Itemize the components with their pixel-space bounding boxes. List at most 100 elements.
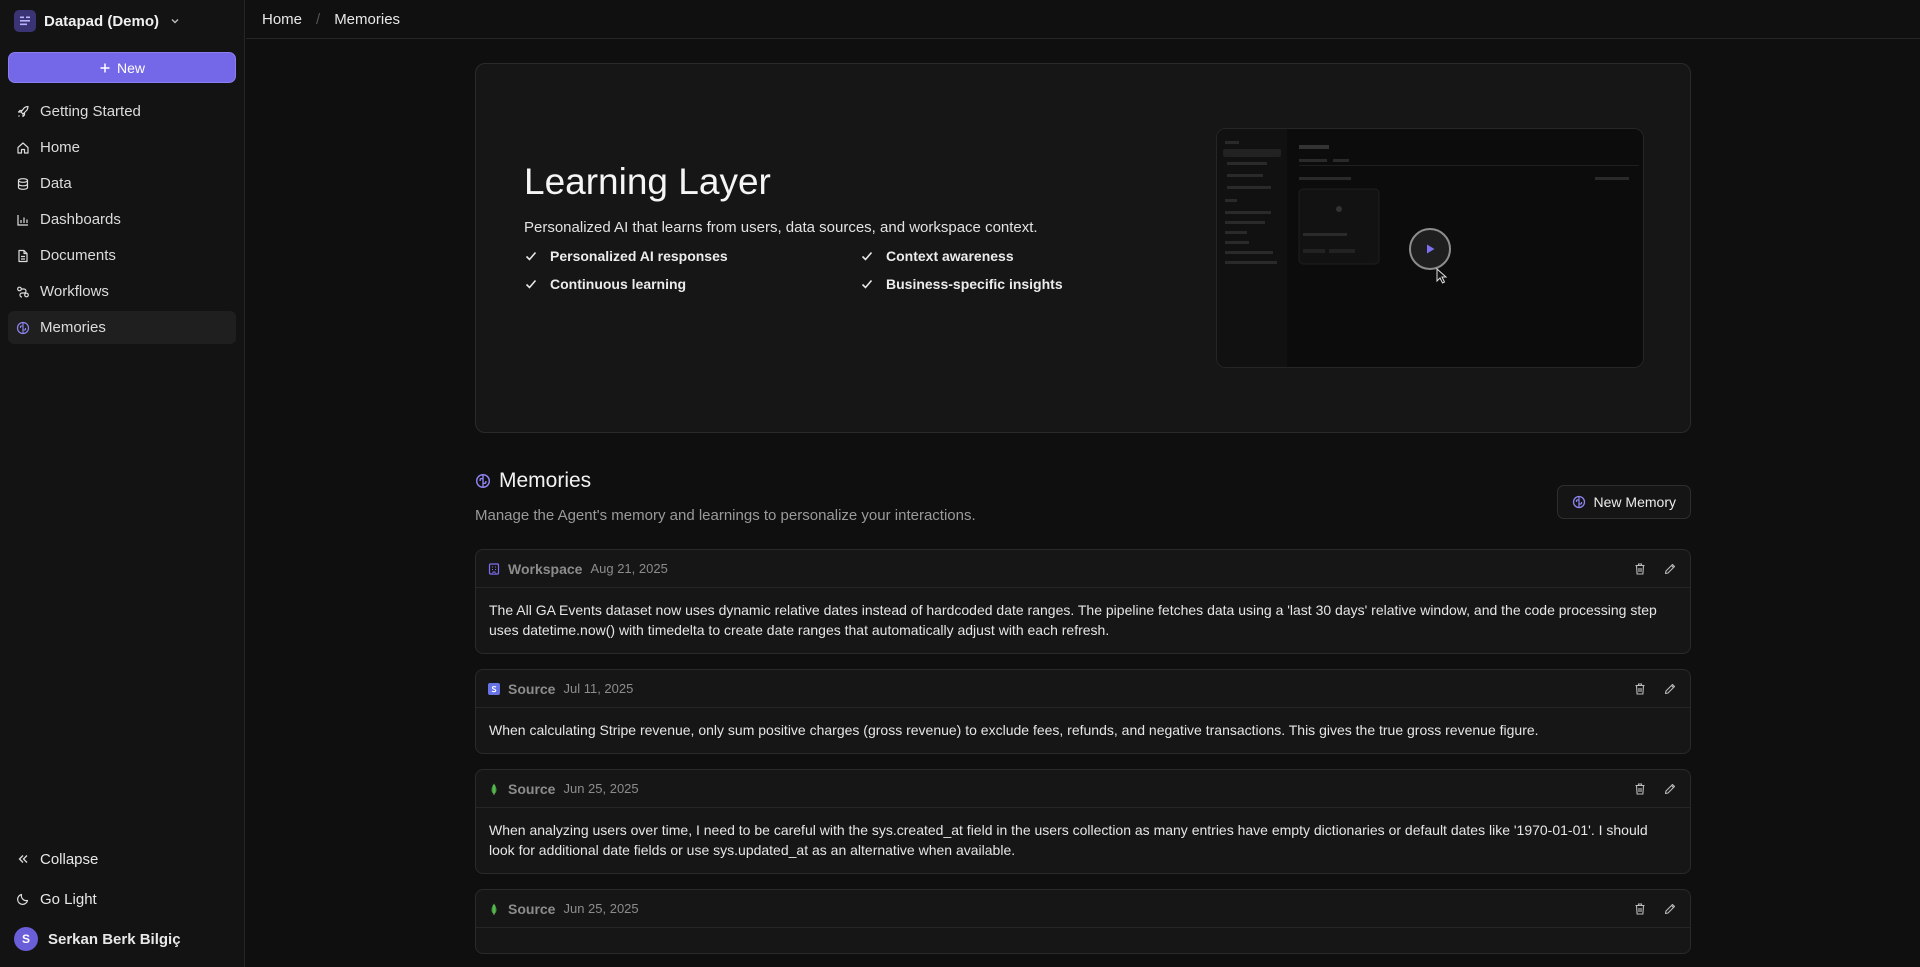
trash-icon[interactable] — [1632, 781, 1648, 797]
play-icon — [1427, 244, 1435, 254]
hero-subtitle: Personalized AI that learns from users, … — [524, 219, 1038, 236]
feature-label: Continuous learning — [550, 276, 687, 292]
workspace-switcher[interactable]: Datapad (Demo) — [0, 0, 244, 42]
feature-label: Context awareness — [886, 248, 1014, 264]
feature-label: Business-specific insights — [886, 276, 1063, 292]
memory-date: Jun 25, 2025 — [563, 901, 639, 916]
cursor-icon — [1436, 268, 1448, 284]
memories-title: Memories — [475, 469, 591, 493]
sidebar-item-label: Memories — [40, 319, 106, 336]
memories-title-text: Memories — [499, 469, 592, 492]
learning-layer-hero: Learning Layer Personalized AI that lear… — [475, 63, 1691, 433]
trash-icon[interactable] — [1632, 561, 1648, 577]
brain-icon — [1572, 495, 1585, 509]
sidebar-item-label: Getting Started — [40, 103, 141, 120]
mongodb-icon — [488, 903, 500, 915]
stripe-icon — [488, 682, 500, 695]
feature-label: Personalized AI responses — [550, 248, 728, 264]
feature-item: Continuous learning — [524, 276, 860, 292]
new-memory-label: New Memory — [1593, 494, 1676, 510]
memory-text: When analyzing users over time, I need t… — [489, 822, 1648, 858]
sidebar-item-label: Home — [40, 139, 81, 156]
workspace-name: Datapad (Demo) — [44, 12, 160, 30]
sidebar-item-memories[interactable]: Memories — [8, 311, 236, 344]
collapse-label: Collapse — [40, 850, 99, 868]
user-menu[interactable]: S Serkan Berk Bilgiç — [8, 921, 236, 957]
memory-card: Workspace Aug 21, 2025 The All GA Events… — [475, 549, 1691, 654]
new-button[interactable]: New — [8, 52, 236, 83]
new-memory-button[interactable]: New Memory — [1556, 485, 1691, 519]
new-button-label: New — [116, 59, 145, 76]
breadcrumb-home[interactable]: Home — [262, 11, 302, 28]
memory-type: Workspace — [508, 560, 583, 577]
check-icon — [525, 279, 537, 289]
sidebar-item-label: Data — [40, 175, 72, 192]
home-icon — [17, 141, 29, 154]
memory-type: Source — [508, 780, 556, 797]
chevron-down-icon — [171, 19, 179, 24]
main-content: Learning Layer Personalized AI that lear… — [246, 40, 1920, 967]
plus-icon — [100, 63, 110, 72]
pencil-icon[interactable] — [1662, 681, 1678, 697]
trash-icon[interactable] — [1632, 901, 1648, 917]
play-button[interactable] — [1409, 228, 1451, 270]
sidebar-item-workflows[interactable]: Workflows — [8, 275, 236, 308]
memory-date: Jun 25, 2025 — [563, 781, 639, 796]
moon-icon — [17, 893, 29, 905]
theme-toggle-button[interactable]: Go Light — [8, 881, 236, 917]
check-icon — [861, 251, 873, 261]
memory-card: Source Jul 11, 2025 When calculating Str… — [475, 669, 1691, 754]
memory-type: Source — [508, 680, 556, 697]
feature-item: Context awareness — [860, 248, 1080, 264]
check-icon — [525, 251, 537, 261]
pencil-icon[interactable] — [1662, 901, 1678, 917]
feature-item: Business-specific insights — [860, 276, 1080, 292]
check-icon — [861, 279, 873, 289]
memory-card: Source Jun 25, 2025 — [475, 889, 1691, 954]
breadcrumb-separator: / — [316, 10, 321, 28]
sidebar-item-data[interactable]: Data — [8, 167, 236, 200]
mongodb-icon — [488, 783, 500, 795]
pencil-icon[interactable] — [1662, 781, 1678, 797]
sidebar: Datapad (Demo) New Getting Started Home … — [0, 0, 245, 967]
memory-date: Aug 21, 2025 — [590, 561, 668, 576]
rocket-icon — [17, 105, 29, 117]
memory-card: Source Jun 25, 2025 When analyzing users… — [475, 769, 1691, 874]
chevrons-left-icon — [18, 855, 28, 863]
memory-text — [476, 928, 1690, 953]
sidebar-item-label: Workflows — [40, 283, 109, 300]
feature-list: Personalized AI responses Context awaren… — [524, 248, 1064, 292]
memory-type: Source — [508, 900, 556, 917]
sidebar-item-label: Documents — [40, 247, 116, 264]
bar-chart-icon — [17, 214, 28, 226]
theme-toggle-label: Go Light — [40, 890, 97, 908]
collapse-button[interactable]: Collapse — [8, 841, 236, 877]
document-icon — [18, 249, 28, 262]
breadcrumb-current: Memories — [334, 10, 401, 28]
sidebar-item-documents[interactable]: Documents — [8, 239, 236, 272]
sidebar-footer: Collapse Go Light S Serkan Berk Bilgiç — [0, 841, 244, 967]
memory-text: When calculating Stripe revenue, only su… — [489, 722, 1539, 738]
trash-icon[interactable] — [1632, 681, 1648, 697]
avatar: S — [14, 927, 38, 951]
database-icon — [17, 177, 29, 190]
demo-video-thumbnail[interactable] — [1216, 128, 1644, 368]
user-name: Serkan Berk Bilgiç — [48, 930, 181, 948]
workspace-logo-icon — [14, 10, 36, 32]
brain-icon — [16, 321, 30, 334]
sidebar-item-home[interactable]: Home — [8, 131, 236, 164]
memory-text: The All GA Events dataset now uses dynam… — [489, 602, 1657, 638]
hero-title: Learning Layer — [524, 161, 771, 202]
memories-description: Manage the Agent's memory and learnings … — [475, 507, 976, 524]
sidebar-item-label: Dashboards — [40, 211, 121, 228]
sidebar-item-getting-started[interactable]: Getting Started — [8, 95, 236, 128]
memory-date: Jul 11, 2025 — [563, 681, 634, 696]
sidebar-item-dashboards[interactable]: Dashboards — [8, 203, 236, 236]
memories-header: Memories Manage the Agent's memory and l… — [475, 469, 1691, 535]
workspace-icon — [488, 562, 500, 575]
memory-list: Workspace Aug 21, 2025 The All GA Events… — [475, 549, 1691, 954]
sidebar-nav: Getting Started Home Data Dashboards Doc… — [0, 95, 244, 347]
breadcrumb: Home / Memories — [246, 0, 1920, 39]
feature-item: Personalized AI responses — [524, 248, 860, 264]
pencil-icon[interactable] — [1662, 561, 1678, 577]
